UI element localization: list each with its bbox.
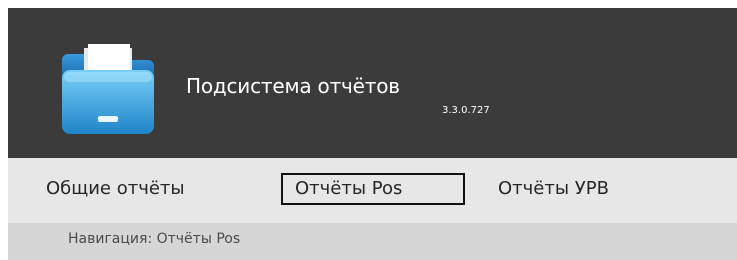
app-version: 3.3.0.727: [442, 105, 490, 116]
folder-icon: [58, 36, 158, 136]
breadcrumb-text: Навигация: Отчёты Pos: [68, 231, 241, 247]
menu-item-pos-reports[interactable]: Отчёты Pos: [281, 173, 465, 205]
app-title: Подсистема отчётов: [186, 74, 400, 98]
app-window: Подсистема отчётов 3.3.0.727 Общие отчёт…: [8, 8, 737, 260]
main-menu: Общие отчёты Отчёты Pos Отчёты УРВ: [8, 158, 737, 223]
breadcrumb: Навигация: Отчёты Pos: [8, 223, 737, 260]
app-header: Подсистема отчётов 3.3.0.727: [8, 8, 737, 158]
menu-item-general-reports[interactable]: Общие отчёты: [46, 173, 185, 205]
menu-item-time-attendance-reports[interactable]: Отчёты УРВ: [498, 173, 609, 205]
